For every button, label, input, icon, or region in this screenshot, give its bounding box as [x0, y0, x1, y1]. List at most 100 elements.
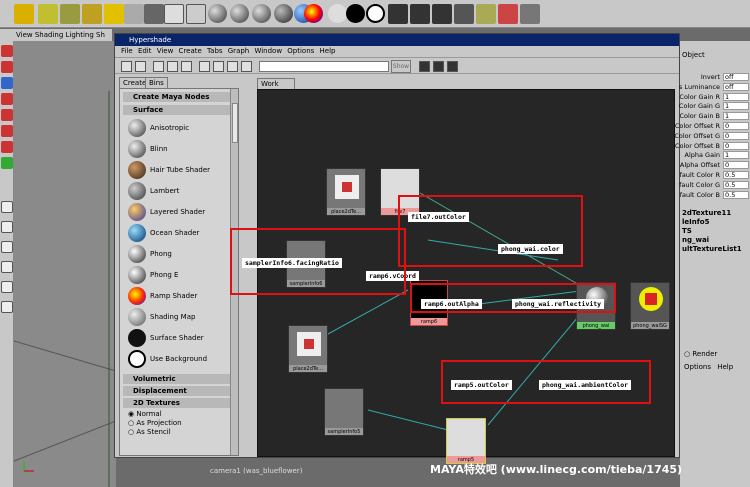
layout-icon[interactable] [419, 61, 430, 72]
lasso-tool-icon[interactable] [1, 61, 13, 73]
attr-value-field[interactable]: 0.5 [723, 190, 749, 199]
rearrange-icon[interactable] [213, 61, 224, 72]
attr-value-field[interactable]: 1 [723, 151, 749, 160]
pen-tool-icon[interactable] [82, 4, 102, 24]
section-2d-textures[interactable]: 2D Textures [123, 398, 233, 408]
soft-mod-icon[interactable] [1, 157, 13, 169]
ipr-icon[interactable] [476, 4, 496, 24]
node-shading-map[interactable]: Shading Map [128, 308, 232, 327]
work-area[interactable]: place2dTe... file7 samplerInfo6 ramp6 pl… [230, 89, 675, 464]
node-hair-tube-shader[interactable]: Hair Tube Shader [128, 161, 232, 180]
layout-split-icon[interactable] [1, 241, 13, 253]
search-field[interactable] [259, 61, 389, 72]
viewport-menu[interactable]: View Shading Lighting Sh [0, 29, 112, 41]
grid-tool-icon[interactable] [60, 4, 80, 24]
node-lambert[interactable]: Lambert [128, 182, 232, 201]
white-sphere-icon[interactable] [328, 4, 347, 23]
swatch-place2d-b[interactable]: place2dTe... [288, 325, 328, 373]
attr-value-field[interactable]: 0.5 [723, 180, 749, 189]
toggle-panel-icon[interactable] [121, 61, 132, 72]
select-tool-icon[interactable] [14, 4, 34, 24]
attr-value-field[interactable]: 0.5 [723, 171, 749, 179]
render-radio[interactable]: ○ Render [684, 350, 717, 358]
clapper-icon[interactable] [388, 4, 408, 24]
move-tool-icon[interactable] [1, 93, 13, 105]
ring-sphere-icon[interactable] [366, 4, 385, 23]
camera-icon[interactable] [144, 4, 164, 24]
node-anisotropic[interactable]: Anisotropic [128, 119, 232, 138]
node-layered-shader[interactable]: Layered Shader [128, 203, 232, 222]
tab-work-area[interactable]: Work Area [257, 78, 295, 98]
section-surface[interactable]: Surface [123, 105, 233, 115]
attr-value-field[interactable]: off [723, 82, 749, 91]
radio-as-projection[interactable]: ○ As Projection [128, 419, 182, 427]
material-sphere-icon[interactable] [230, 4, 249, 23]
attr-value-field[interactable]: 0 [723, 122, 749, 130]
layout-single-icon[interactable] [1, 201, 13, 213]
node-ramp-shader[interactable]: Ramp Shader [128, 287, 232, 306]
paint-icon[interactable] [164, 4, 184, 24]
hypershade-menu[interactable]: File Edit View Create Tabs Graph Window … [115, 46, 679, 57]
attr-value-field[interactable]: 0 [723, 141, 749, 150]
blank-material-icon[interactable] [186, 4, 206, 24]
window-title: Hypershade [115, 34, 679, 46]
clapper-icon[interactable] [432, 4, 452, 24]
attr-value-field[interactable]: off [723, 73, 749, 81]
clear-graph-icon[interactable] [199, 61, 210, 72]
material-sphere-icon[interactable] [274, 4, 293, 23]
move-tool-icon[interactable] [38, 4, 58, 24]
section-volumetric[interactable]: Volumetric [123, 374, 233, 384]
node-surface-shader[interactable]: Surface Shader [128, 329, 232, 348]
layout-four-icon[interactable] [1, 221, 13, 233]
attr-value-field[interactable]: 1 [723, 92, 749, 101]
ramp-sphere-icon[interactable] [304, 4, 323, 23]
show-button[interactable]: Show [391, 60, 411, 73]
input-connections-icon[interactable] [227, 61, 238, 72]
rotate-tool-icon[interactable] [1, 109, 13, 121]
swatch-phong-sg[interactable]: phong_waiSG [630, 282, 670, 330]
layout-outliner-icon[interactable] [1, 261, 13, 273]
node-phong-e[interactable]: Phong E [128, 266, 232, 285]
graph-down-icon[interactable] [167, 61, 178, 72]
create-maya-nodes-header[interactable]: Create Maya Nodes [123, 92, 233, 102]
delete-icon[interactable] [498, 4, 518, 24]
graph-up-icon[interactable] [153, 61, 164, 72]
attr-value-field[interactable]: 1 [723, 112, 749, 121]
swatch-place2d-a[interactable]: place2dTe... [326, 168, 366, 216]
render-settings-icon[interactable] [520, 4, 540, 24]
clapper-icon[interactable] [410, 4, 430, 24]
node-blinn[interactable]: Blinn [128, 140, 232, 159]
section-displacement[interactable]: Displacement [123, 386, 233, 396]
node-phong[interactable]: Phong [128, 245, 232, 264]
attr-value-field[interactable]: 1 [723, 102, 749, 111]
paint-select-icon[interactable] [1, 77, 13, 89]
swatch-ramp5[interactable]: ramp5 [446, 418, 486, 464]
select-tool-icon[interactable] [1, 45, 13, 57]
node-ocean-shader[interactable]: Ocean Shader [128, 224, 232, 243]
radio-as-stencil[interactable]: ○ As Stencil [128, 428, 171, 436]
toggle-panel-icon[interactable] [135, 61, 146, 72]
radio-normal[interactable]: ◉ Normal [128, 410, 162, 418]
graph-io-icon[interactable] [181, 61, 192, 72]
manipulator-icon[interactable] [1, 141, 13, 153]
attr-value-field[interactable]: 0 [723, 161, 749, 170]
scale-tool-icon[interactable] [1, 125, 13, 137]
layout-icon[interactable] [433, 61, 444, 72]
node-use-background[interactable]: Use Background [128, 350, 232, 369]
light-icon[interactable] [124, 4, 144, 24]
layout-icon[interactable] [447, 61, 458, 72]
attr-value-field[interactable]: 0 [723, 131, 749, 140]
sun-icon[interactable] [104, 4, 124, 24]
attr-bottom-menu[interactable]: Options Help [684, 363, 733, 371]
scroll-thumb[interactable] [232, 103, 238, 143]
swatch-sampler-b[interactable]: samplerInfo5 [324, 388, 364, 436]
material-sphere-icon[interactable] [252, 4, 271, 23]
material-sphere-icon[interactable] [208, 4, 227, 23]
black-sphere-icon[interactable] [346, 4, 365, 23]
layout-hypershade-icon[interactable] [1, 301, 13, 313]
layout-graph-icon[interactable] [1, 281, 13, 293]
tab-bins[interactable]: Bins [145, 77, 168, 88]
render-icon[interactable] [454, 4, 474, 24]
perspective-viewport[interactable] [14, 41, 116, 487]
output-connections-icon[interactable] [241, 61, 252, 72]
